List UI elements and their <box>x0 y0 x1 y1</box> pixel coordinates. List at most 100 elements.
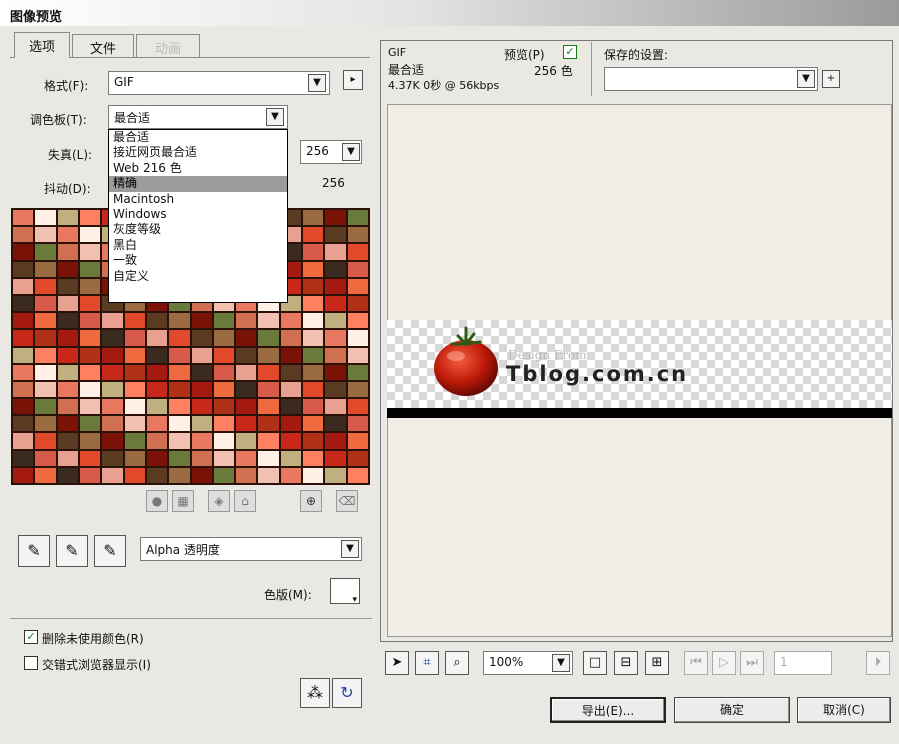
color-swatch[interactable] <box>258 330 279 346</box>
color-swatch[interactable] <box>57 313 78 329</box>
color-swatch[interactable] <box>303 381 324 398</box>
color-swatch[interactable] <box>191 364 212 380</box>
color-swatch[interactable] <box>79 261 101 277</box>
color-swatch[interactable] <box>35 381 56 398</box>
color-swatch[interactable] <box>102 450 123 466</box>
color-swatch[interactable] <box>57 450 78 466</box>
next-icon[interactable]: ⏵ <box>866 651 890 675</box>
color-swatch[interactable] <box>169 347 190 363</box>
color-swatch[interactable] <box>79 364 101 380</box>
color-swatch[interactable] <box>213 313 235 329</box>
color-swatch[interactable] <box>213 381 235 398</box>
cancel-button[interactable]: 取消(C) <box>797 697 891 723</box>
color-swatch[interactable] <box>124 313 145 329</box>
color-swatch[interactable] <box>13 295 34 312</box>
color-swatch[interactable] <box>191 416 212 432</box>
color-swatch[interactable] <box>13 399 34 415</box>
color-swatch[interactable] <box>79 295 101 312</box>
color-swatch[interactable] <box>213 330 235 346</box>
color-swatch[interactable] <box>236 450 257 466</box>
color-swatch[interactable] <box>213 399 235 415</box>
palette-option[interactable]: Windows <box>109 207 287 222</box>
color-swatch[interactable] <box>280 450 302 466</box>
color-swatch[interactable] <box>35 261 56 277</box>
checker-icon[interactable]: ▦ <box>172 490 194 512</box>
color-swatch[interactable] <box>13 381 34 398</box>
color-swatch[interactable] <box>280 364 302 380</box>
color-swatch[interactable] <box>146 450 168 466</box>
color-swatch[interactable] <box>303 467 324 483</box>
color-swatch[interactable] <box>191 450 212 466</box>
color-swatch[interactable] <box>57 210 78 226</box>
color-swatch[interactable] <box>146 381 168 398</box>
color-swatch[interactable] <box>303 347 324 363</box>
color-swatch[interactable] <box>124 364 145 380</box>
color-swatch[interactable] <box>57 364 78 380</box>
color-swatch[interactable] <box>146 467 168 483</box>
color-swatch[interactable] <box>191 381 212 398</box>
tab-options[interactable]: 选项 <box>14 32 70 58</box>
palette-option[interactable]: 一致 <box>109 253 287 268</box>
color-swatch[interactable] <box>347 433 368 449</box>
color-swatch[interactable] <box>303 278 324 294</box>
saved-settings-select[interactable] <box>604 67 818 91</box>
color-swatch[interactable] <box>325 313 346 329</box>
color-swatch[interactable] <box>35 416 56 432</box>
color-swatch[interactable] <box>124 347 145 363</box>
color-swatch[interactable] <box>347 467 368 483</box>
color-swatch[interactable] <box>303 261 324 277</box>
color-swatch[interactable] <box>191 433 212 449</box>
color-swatch[interactable] <box>35 347 56 363</box>
chevron-down-icon[interactable]: ▼ <box>797 70 815 88</box>
color-swatch[interactable] <box>13 467 34 483</box>
frame-select[interactable]: 1 <box>774 651 832 675</box>
color-swatch[interactable] <box>79 210 101 226</box>
color-swatch[interactable] <box>236 364 257 380</box>
color-swatch[interactable] <box>124 381 145 398</box>
color-swatch[interactable] <box>57 295 78 312</box>
color-swatch[interactable] <box>258 416 279 432</box>
color-swatch[interactable] <box>13 330 34 346</box>
last-frame-icon[interactable]: ⏭ <box>740 651 764 675</box>
color-swatch[interactable] <box>325 381 346 398</box>
color-swatch[interactable] <box>325 278 346 294</box>
color-swatch[interactable] <box>303 330 324 346</box>
color-swatch[interactable] <box>213 467 235 483</box>
color-swatch[interactable] <box>79 330 101 346</box>
color-swatch[interactable] <box>325 261 346 277</box>
color-swatch[interactable] <box>280 416 302 432</box>
chevron-down-icon[interactable]: ▼ <box>552 654 570 672</box>
color-swatch[interactable] <box>258 313 279 329</box>
tab-file[interactable]: 文件 <box>72 34 134 58</box>
color-swatch[interactable] <box>303 450 324 466</box>
color-swatch[interactable] <box>102 399 123 415</box>
color-swatch[interactable] <box>57 416 78 432</box>
color-swatch[interactable] <box>347 330 368 346</box>
color-swatch[interactable] <box>35 433 56 449</box>
chevron-down-icon[interactable]: ▼ <box>308 74 326 92</box>
palette-option[interactable]: Macintosh <box>109 192 287 207</box>
format-select[interactable]: GIF <box>108 71 330 95</box>
color-swatch[interactable] <box>79 399 101 415</box>
color-swatch[interactable] <box>102 416 123 432</box>
color-swatch[interactable] <box>57 467 78 483</box>
color-swatch[interactable] <box>57 433 78 449</box>
color-swatch[interactable] <box>35 295 56 312</box>
color-swatch[interactable] <box>191 347 212 363</box>
color-swatch[interactable] <box>57 261 78 277</box>
color-swatch[interactable] <box>325 210 346 226</box>
color-swatch[interactable] <box>79 416 101 432</box>
color-swatch[interactable] <box>347 295 368 312</box>
chevron-down-icon[interactable]: ▼ <box>342 143 360 161</box>
color-swatch[interactable] <box>191 467 212 483</box>
color-swatch[interactable] <box>169 381 190 398</box>
color-swatch[interactable] <box>325 330 346 346</box>
color-swatch[interactable] <box>325 399 346 415</box>
color-swatch[interactable] <box>35 364 56 380</box>
color-swatch[interactable] <box>13 347 34 363</box>
color-swatch[interactable] <box>347 364 368 380</box>
color-swatch[interactable] <box>303 227 324 243</box>
color-swatch[interactable] <box>280 399 302 415</box>
color-swatch[interactable] <box>57 244 78 260</box>
chevron-down-icon[interactable]: ▼ <box>266 108 284 126</box>
